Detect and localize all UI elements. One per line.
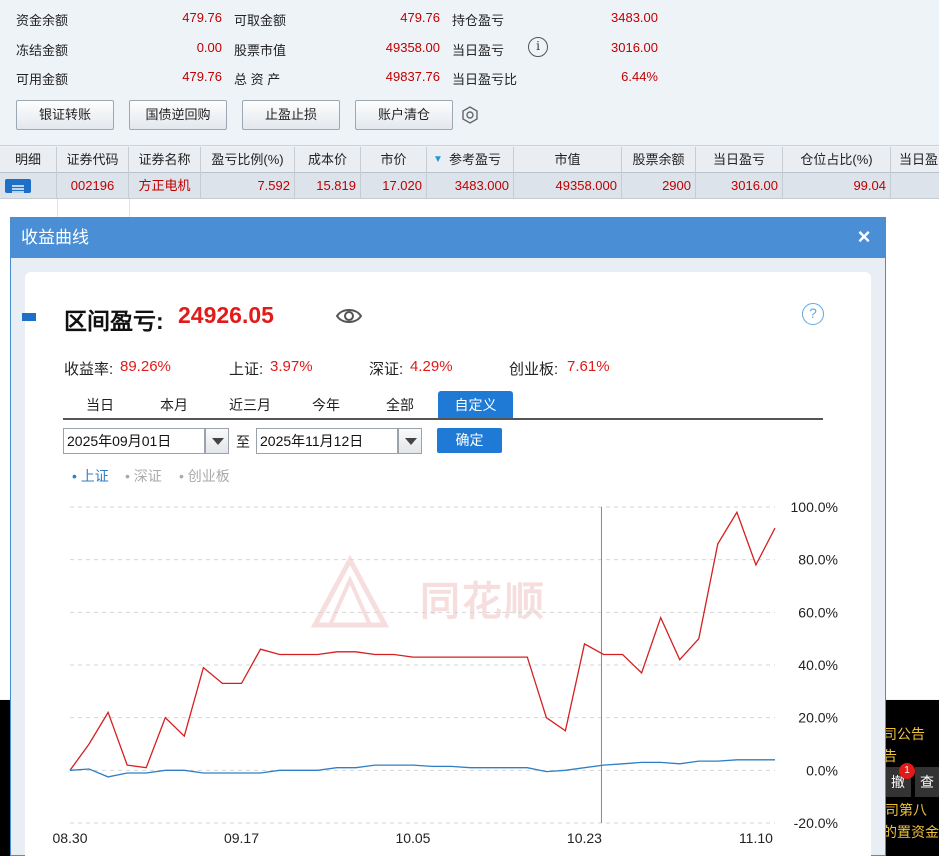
summary-value: 479.76	[182, 69, 222, 84]
cell-market-value: 49358.000	[514, 173, 622, 199]
col-header[interactable]: 市值	[514, 147, 622, 173]
cell-pnl-ratio: 7.592	[201, 173, 295, 199]
watermark-logo: 同花顺	[305, 555, 605, 635]
date-from-field[interactable]: 2025年09月01日	[63, 428, 205, 454]
watermark-text: 同花顺	[420, 580, 546, 624]
legend-sh[interactable]: • 上证	[72, 466, 109, 486]
col-header[interactable]: 证券名称	[129, 147, 201, 173]
col-header[interactable]: 市价	[361, 147, 427, 173]
bg-news-text: 司公告	[883, 726, 925, 742]
summary-label: 可用金额	[16, 72, 69, 87]
summary-label: 总 资 产	[234, 72, 281, 87]
tab-year[interactable]: 今年	[289, 391, 363, 419]
legend-cyb[interactable]: • 创业板	[179, 466, 230, 486]
background-quote-panel: 司公告 告 撤 1 查 司第八 的置资金	[883, 700, 939, 856]
summary-label: 当日盈亏比	[452, 72, 518, 87]
summary-label: 持仓盈亏	[452, 13, 505, 28]
col-header[interactable]: 当日盈	[891, 147, 939, 173]
tab-custom[interactable]: 自定义	[438, 391, 513, 419]
summary-value: 3016.00	[611, 40, 658, 55]
date-from-dropdown-icon[interactable]	[205, 428, 229, 454]
summary-label: 当日盈亏	[452, 43, 505, 58]
col-header[interactable]: 成本价	[295, 147, 361, 173]
date-to-dropdown-icon[interactable]	[398, 428, 422, 454]
query-button[interactable]: 查	[915, 767, 939, 797]
stat-label: 收益率:	[64, 361, 114, 378]
stat-value: 3.97%	[270, 358, 313, 375]
clear-account-button[interactable]: 账户清仓	[355, 100, 453, 130]
detail-list-icon[interactable]	[5, 179, 31, 193]
bg-news-text: 司第八	[885, 802, 927, 818]
tab-all[interactable]: 全部	[363, 391, 437, 419]
account-summary: 资金余额 479.76 可取金额 479.76 持仓盈亏 3483.00 冻结金…	[0, 0, 939, 146]
col-header-label: 参考盈亏	[448, 152, 501, 167]
summary-value: 3483.00	[611, 10, 658, 25]
summary-value: 6.44%	[621, 69, 658, 84]
col-header[interactable]: 证券代码	[57, 147, 129, 173]
bg-news-text: 的置资金	[883, 824, 939, 840]
tab-today[interactable]: 当日	[63, 391, 137, 419]
eye-icon[interactable]	[335, 305, 363, 327]
period-pnl-label: 区间盈亏:	[64, 308, 164, 334]
cell-code: 002196	[57, 173, 129, 199]
positions-table-header: 明细 证券代码 证券名称 盈亏比例(%) 成本价 市价 ▼ 参考盈亏 市值 股票…	[0, 147, 939, 173]
watermark-fan-icon	[310, 555, 390, 628]
tab-three-months[interactable]: 近三月	[211, 391, 289, 419]
info-icon[interactable]: i	[528, 37, 548, 57]
summary-value: 479.76	[400, 10, 440, 25]
notification-badge: 1	[899, 763, 915, 779]
col-header[interactable]: 仓位占比(%)	[783, 147, 891, 173]
cell-name: 方正电机	[129, 173, 201, 199]
settings-hex-icon[interactable]	[460, 105, 480, 125]
cell-shares: 2900	[622, 173, 696, 199]
cell-day-pnl-ratio	[891, 173, 939, 199]
date-separator: 至	[236, 434, 250, 450]
help-icon[interactable]: ?	[802, 303, 824, 325]
date-to-field[interactable]: 2025年11月12日	[256, 428, 398, 454]
col-header[interactable]: 当日盈亏	[696, 147, 783, 173]
tab-month[interactable]: 本月	[137, 391, 211, 419]
cell-ref-pnl: 3483.000	[427, 173, 514, 199]
stat-value: 4.29%	[410, 358, 453, 375]
summary-value: 49837.76	[385, 69, 440, 84]
cell-cost: 15.819	[295, 173, 361, 199]
col-header[interactable]: 盈亏比例(%)	[201, 147, 295, 173]
summary-value: 0.00	[196, 40, 222, 55]
legend-sz[interactable]: • 深证	[125, 466, 162, 486]
tab-underline	[63, 418, 823, 420]
summary-label: 资金余额	[16, 13, 69, 28]
section-marker	[22, 313, 36, 321]
summary-label: 股票市值	[234, 43, 287, 58]
stat-label: 深证:	[369, 361, 404, 378]
reverse-repo-button[interactable]: 国债逆回购	[129, 100, 227, 130]
stat-label: 创业板:	[509, 361, 559, 378]
dialog-title: 收益曲线	[11, 218, 885, 258]
summary-value: 479.76	[182, 10, 222, 25]
cell-position-ratio: 99.04	[783, 173, 891, 199]
summary-value: 49358.00	[385, 40, 440, 55]
col-header-sorted[interactable]: ▼ 参考盈亏	[427, 147, 514, 173]
table-row[interactable]: 002196 方正电机 7.592 15.819 17.020 3483.000…	[0, 173, 939, 199]
cell-day-pnl: 3016.00	[696, 173, 783, 199]
period-pnl-value: 24926.05	[178, 302, 274, 328]
col-header[interactable]: 明细	[0, 147, 57, 173]
cell-price: 17.020	[361, 173, 427, 199]
col-header[interactable]: 股票余额	[622, 147, 696, 173]
summary-label: 可取金额	[234, 13, 287, 28]
confirm-button[interactable]: 确定	[437, 428, 502, 453]
detail-cell[interactable]	[0, 173, 57, 199]
stop-profit-loss-button[interactable]: 止盈止损	[242, 100, 340, 130]
bank-transfer-button[interactable]: 银证转账	[16, 100, 114, 130]
summary-label: 冻结金额	[16, 43, 69, 58]
stat-value: 7.61%	[567, 358, 610, 375]
stat-label: 上证:	[229, 361, 264, 378]
sort-desc-icon: ▼	[433, 154, 443, 165]
stat-value: 89.26%	[120, 358, 171, 375]
close-icon[interactable]: ×	[853, 226, 875, 248]
